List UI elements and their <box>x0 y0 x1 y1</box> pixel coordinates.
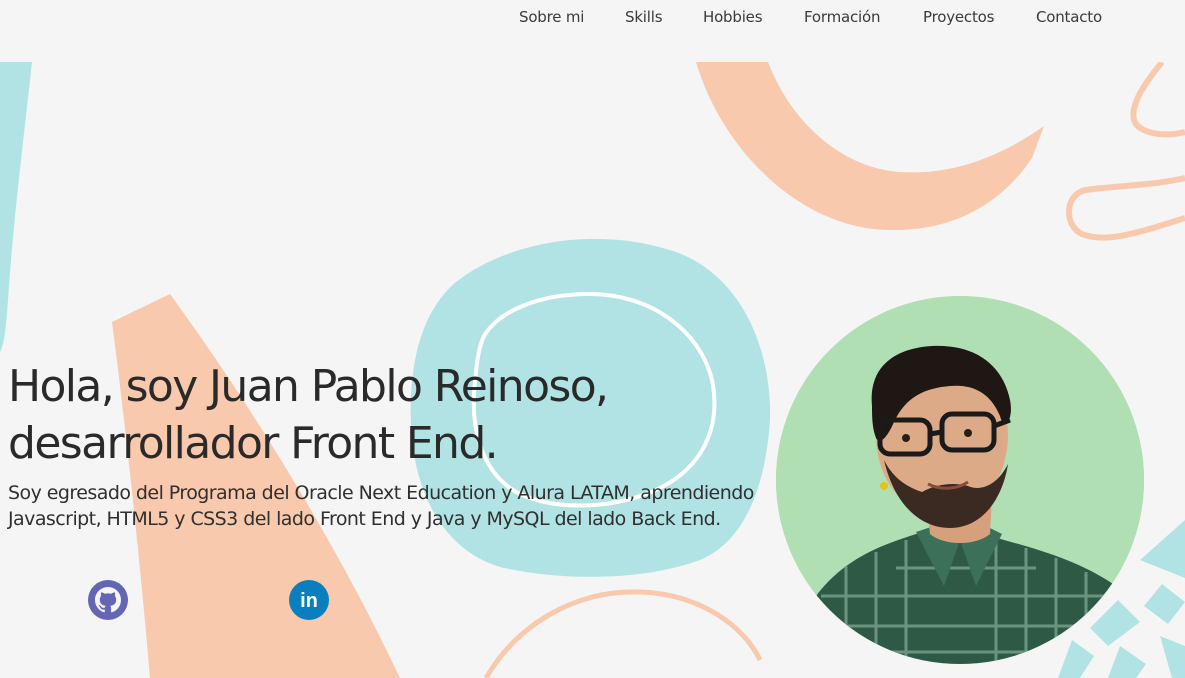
hero-section: Hola, soy Juan Pablo Reinoso, desarrolla… <box>8 358 778 532</box>
ear-stud <box>880 482 888 490</box>
top-header: Sobre mi Skills Hobbies Formación Proyec… <box>0 0 1185 62</box>
linkedin-icon: in <box>289 580 329 620</box>
main-nav: Sobre mi Skills Hobbies Formación Proyec… <box>0 6 1185 30</box>
page: Sobre mi Skills Hobbies Formación Proyec… <box>0 0 1185 678</box>
peach-bottom-arc <box>483 589 763 678</box>
teal-left-band <box>0 62 32 352</box>
nav-item-sobre-mi[interactable]: Sobre mi <box>519 6 584 28</box>
nav-item-proyectos[interactable]: Proyectos <box>923 6 994 28</box>
hero-title: Hola, soy Juan Pablo Reinoso, desarrolla… <box>8 358 778 472</box>
profile-photo <box>776 296 1144 664</box>
github-link[interactable] <box>88 580 128 620</box>
hero-subtitle: Soy egresado del Programa del Oracle Nex… <box>8 482 754 530</box>
peach-loop-top <box>1130 60 1185 138</box>
peach-arc <box>696 62 1044 231</box>
nav-item-formacion[interactable]: Formación <box>804 6 880 28</box>
linkedin-icon-text: in <box>300 590 318 612</box>
peach-loop-mid <box>1066 175 1185 241</box>
eye-left <box>902 434 910 442</box>
hero-title-line-2: desarrollador Front End. <box>8 418 499 469</box>
hero-title-line-1: Hola, soy Juan Pablo Reinoso, <box>8 361 609 412</box>
eye-right <box>964 429 972 437</box>
profile-portrait <box>776 296 1144 664</box>
nav-item-contacto[interactable]: Contacto <box>1036 6 1102 28</box>
linkedin-link[interactable]: in <box>289 580 329 620</box>
nav-item-hobbies[interactable]: Hobbies <box>703 6 763 28</box>
github-icon <box>88 580 128 620</box>
nav-item-skills[interactable]: Skills <box>625 6 663 28</box>
